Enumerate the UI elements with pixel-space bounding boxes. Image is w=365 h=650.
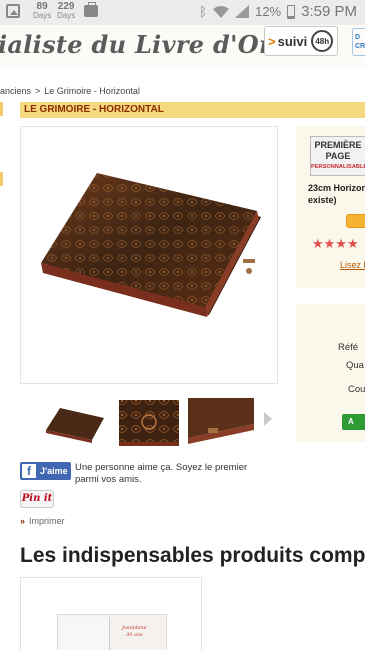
rating-stars: ★★★★	[312, 236, 359, 251]
thumbnail-2[interactable]	[115, 394, 181, 448]
thumbnail-clasp-icon	[188, 398, 254, 444]
wifi-icon	[213, 5, 230, 18]
album-text: Joséphine 30 ans	[122, 625, 147, 639]
badge-48h: 48h	[311, 30, 334, 52]
status-bar: 89 Days 229 Days ᛒ 12% 3:59 PM	[0, 0, 365, 25]
size-line1: 23cm Horizon	[308, 183, 365, 193]
premiere-line1: PREMIÈRE	[314, 140, 362, 150]
thumbnail-cover-icon	[119, 400, 179, 446]
days-counter-2: 229 Days	[57, 1, 76, 21]
pinterest-button[interactable]: Pin it	[20, 490, 54, 508]
bluetooth-icon: ᛒ	[199, 4, 208, 19]
facebook-icon: f	[22, 464, 36, 478]
book-image	[41, 173, 261, 317]
option-button[interactable]	[346, 214, 365, 228]
purchase-panel: Réfé Qua Cou A	[296, 304, 365, 442]
left-menu-tab[interactable]	[0, 172, 3, 186]
battery-icon	[287, 4, 296, 19]
days-counter-1-label: Days	[33, 11, 52, 20]
briefcase-icon	[84, 2, 98, 17]
reference-label: Réfé	[338, 342, 359, 353]
product-info-panel: PREMIÈRE PAGE PERSONNALISABLE 23cm Horiz…	[296, 126, 365, 288]
size-info: 23cm Horizon existe)	[308, 182, 365, 206]
suivi-label: suivi	[277, 33, 308, 49]
print-label: Imprimer	[29, 516, 65, 526]
days-counter-2-number: 229	[57, 1, 75, 12]
double-chevron-icon: »	[20, 516, 26, 526]
partner-logo[interactable]: D CR	[352, 28, 365, 56]
color-label: Cou	[348, 384, 365, 395]
product-title: LE GRIMOIRE - HORIZONTAL	[24, 104, 164, 115]
add-to-cart-button[interactable]: A	[342, 414, 365, 430]
section-title: Les indispensables produits complé	[20, 544, 365, 567]
breadcrumb: anciens > Le Grimoire - Horizontal	[0, 86, 140, 96]
premiere-line3: PERSONNALISABLE	[311, 164, 365, 170]
days-counter-1: 89 Days	[33, 1, 52, 21]
site-header: ialiste du Livre d'Or > suivi 48h D CR	[0, 25, 365, 67]
product-title-bar: LE GRIMOIRE - HORIZONTAL	[20, 102, 365, 118]
thumbnail-3[interactable]	[188, 394, 254, 448]
premiere-line2: PAGE	[325, 151, 351, 161]
breadcrumb-separator: >	[35, 86, 41, 96]
chevron-right-icon: >	[268, 33, 276, 49]
site-title[interactable]: ialiste du Livre d'Or	[0, 30, 272, 59]
suivi-48h-button[interactable]: > suivi 48h	[264, 26, 338, 56]
print-link[interactable]: » Imprimer	[20, 516, 65, 526]
related-product-card[interactable]: Joséphine 30 ans	[20, 577, 202, 650]
thumbnail-1[interactable]	[42, 394, 108, 448]
album-text-line1: Joséphine	[122, 625, 147, 631]
album-left-page	[60, 617, 110, 650]
image-icon	[6, 4, 20, 18]
breadcrumb-current: Le Grimoire - Horizontal	[44, 86, 140, 96]
thumbnail-book-icon	[46, 408, 104, 443]
album-text-line2: 30 ans	[126, 632, 143, 638]
facebook-like-label: J'aime	[40, 466, 68, 476]
product-main-image[interactable]	[20, 126, 278, 384]
days-counter-2-label: Days	[57, 11, 76, 20]
signal-icon	[235, 5, 250, 18]
clock: 3:59 PM	[301, 3, 357, 20]
reviews-link[interactable]: Lisez l	[340, 260, 365, 270]
thumbnail-next-arrow-icon[interactable]	[264, 412, 272, 426]
album-image: Joséphine 30 ans	[57, 614, 167, 650]
facebook-like-text: Une personne aime ça. Soyez le premier p…	[75, 462, 248, 485]
battery-percent: 12%	[255, 4, 282, 19]
facebook-like-button[interactable]: f J'aime	[20, 462, 71, 480]
size-line2: existe)	[308, 195, 337, 205]
days-counter-1-number: 89	[36, 1, 48, 12]
premiere-page-badge[interactable]: PREMIÈRE PAGE PERSONNALISABLE	[310, 136, 365, 176]
breadcrumb-parent-link[interactable]: anciens	[0, 86, 31, 96]
quantity-label: Qua	[346, 360, 364, 371]
left-menu-tab[interactable]	[0, 102, 3, 116]
